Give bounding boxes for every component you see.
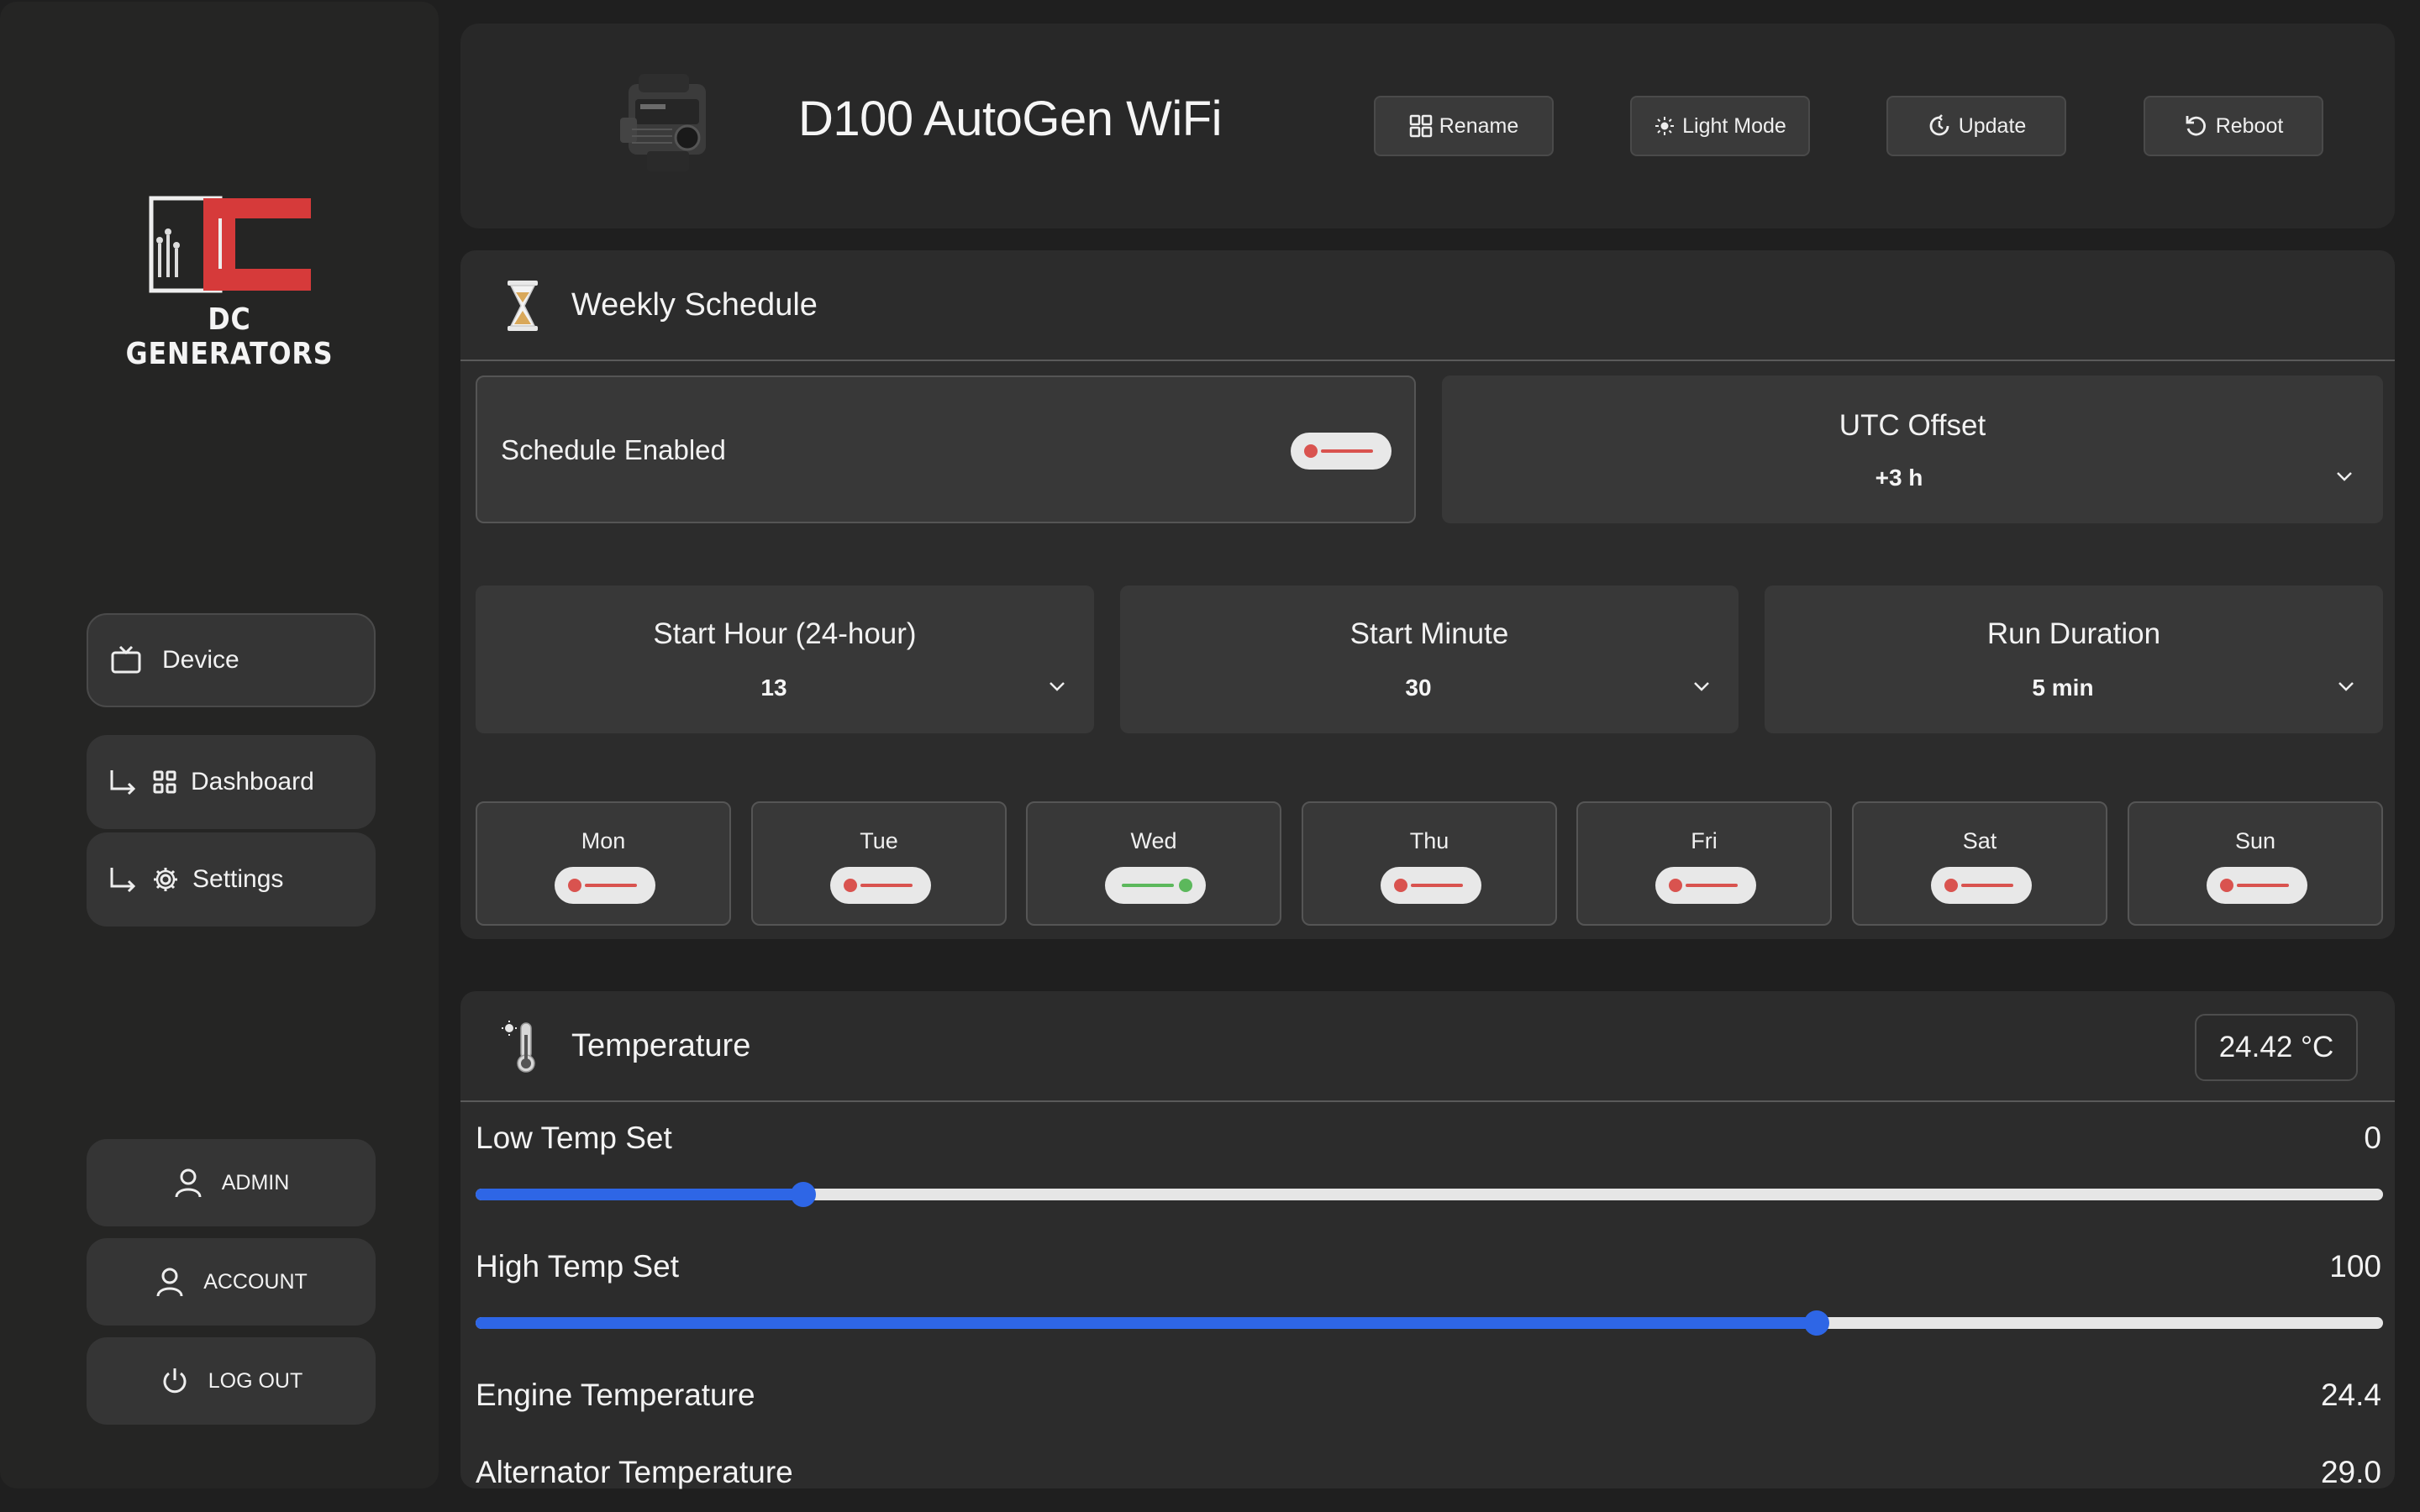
reboot-label: Reboot: [2215, 113, 2284, 138]
high-temp-value: 100: [2329, 1249, 2381, 1284]
start-hour-select[interactable]: Start Hour (24-hour) 13: [476, 585, 1094, 733]
start-minute-label: Start Minute: [1349, 617, 1509, 650]
device-title: D100 AutoGen WiFi: [798, 92, 1223, 146]
nav-device[interactable]: Device: [87, 613, 376, 707]
schedule-enabled-label: Schedule Enabled: [501, 434, 726, 465]
logo-mark-icon: [149, 196, 311, 293]
low-temp-slider-thumb[interactable]: [791, 1182, 816, 1207]
dc-generators-logo: DC GENERATORS: [109, 193, 350, 371]
power-icon: [163, 1368, 187, 1394]
rotate-ccw-icon: [2186, 116, 2206, 136]
user-icon: [156, 1268, 183, 1297]
sub-arrow-icon: [110, 868, 136, 893]
start-hour-value: 13: [760, 675, 787, 701]
section-divider: [460, 360, 2395, 361]
reboot-button[interactable]: Reboot: [2144, 96, 2323, 156]
schedule-enabled-toggle[interactable]: [1291, 433, 1392, 470]
admin-button[interactable]: ADMIN: [87, 1139, 376, 1226]
weekly-schedule-title: Weekly Schedule: [571, 287, 818, 323]
generator-image: [613, 67, 723, 181]
day-label: Sun: [2234, 828, 2276, 853]
light-mode-label: Light Mode: [1682, 113, 1786, 138]
day-card-fri: Fri: [1576, 801, 1832, 926]
gear-icon: [154, 868, 177, 891]
high-temp-slider-fill: [476, 1317, 1817, 1329]
update-label: Update: [1958, 113, 2027, 138]
start-minute-value: 30: [1405, 675, 1432, 701]
dashboard-grid-icon: [153, 770, 176, 794]
grid-icon: [1409, 114, 1432, 138]
run-duration-value: 5 min: [2032, 675, 2094, 701]
chevron-down-icon: [1694, 682, 1709, 691]
day-toggle-fri[interactable]: [1655, 867, 1756, 904]
day-label: Wed: [1130, 828, 1177, 853]
day-toggle-thu[interactable]: [1381, 867, 1481, 904]
day-card-wed: Wed: [1026, 801, 1281, 926]
day-card-thu: Thu: [1302, 801, 1557, 926]
schedule-enabled-card: Schedule Enabled: [476, 375, 1416, 523]
nav-device-label: Device: [162, 646, 239, 674]
day-label: Thu: [1409, 828, 1449, 853]
chevron-down-icon: [2338, 682, 2354, 691]
utc-offset-label: UTC Offset: [1839, 409, 1986, 442]
nav-settings[interactable]: Settings: [87, 832, 376, 927]
high-temp-slider-thumb[interactable]: [1804, 1310, 1829, 1336]
nav-dashboard-label: Dashboard: [191, 768, 314, 795]
low-temp-slider-fill: [476, 1189, 803, 1200]
light-mode-button[interactable]: Light Mode: [1630, 96, 1810, 156]
day-label: Mon: [581, 828, 626, 853]
day-toggle-sun[interactable]: [2207, 867, 2307, 904]
day-card-sun: Sun: [2128, 801, 2383, 926]
account-label: ACCOUNT: [203, 1269, 308, 1294]
high-temp-slider[interactable]: [476, 1310, 2383, 1336]
hourglass-icon: [506, 281, 539, 335]
chevron-down-icon: [1050, 682, 1065, 691]
logout-label: LOG OUT: [208, 1368, 303, 1393]
sun-icon: [1655, 117, 1675, 135]
day-toggle-tue[interactable]: [830, 867, 931, 904]
logout-button[interactable]: LOG OUT: [87, 1337, 376, 1425]
low-temp-label: Low Temp Set: [476, 1121, 672, 1155]
start-minute-select[interactable]: Start Minute 30: [1120, 585, 1739, 733]
day-card-sat: Sat: [1852, 801, 2107, 926]
day-toggle-mon[interactable]: [555, 867, 655, 904]
section-divider: [460, 1100, 2395, 1102]
start-hour-label: Start Hour (24-hour): [653, 617, 917, 650]
utc-offset-value: +3 h: [1875, 465, 1923, 491]
low-temp-slider[interactable]: [476, 1182, 2383, 1207]
utc-offset-select[interactable]: UTC Offset +3 h: [1442, 375, 2383, 523]
day-toggle-wed[interactable]: [1105, 867, 1206, 904]
day-label: Fri: [1691, 828, 1718, 853]
thermometer-icon: [501, 1020, 543, 1078]
nav-settings-label: Settings: [192, 865, 284, 893]
rename-button[interactable]: Rename: [1374, 96, 1554, 156]
tv-icon: [111, 645, 141, 674]
alternator-temp-label: Alternator Temperature: [476, 1455, 793, 1489]
day-label: Tue: [860, 828, 898, 853]
low-temp-value: 0: [2364, 1121, 2381, 1155]
update-button[interactable]: Update: [1886, 96, 2066, 156]
day-toggle-sat[interactable]: [1931, 867, 2032, 904]
alternator-temp-value: 29.0: [2320, 1455, 2381, 1489]
admin-label: ADMIN: [221, 1170, 290, 1194]
day-card-mon: Mon: [476, 801, 731, 926]
engine-temp-label: Engine Temperature: [476, 1378, 755, 1412]
current-temperature-badge: 24.42 °C: [2195, 1014, 2358, 1081]
sub-arrow-icon: [110, 770, 136, 795]
nav-dashboard[interactable]: Dashboard: [87, 735, 376, 829]
day-label: Sat: [1962, 828, 1997, 853]
engine-temp-value: 24.4: [2320, 1378, 2381, 1412]
refresh-icon: [1929, 114, 1949, 136]
brand-name: DC GENERATORS: [125, 302, 334, 371]
run-duration-select[interactable]: Run Duration 5 min: [1765, 585, 2383, 733]
user-icon: [175, 1168, 202, 1198]
temperature-panel: [460, 991, 2395, 1488]
chevron-down-icon: [2337, 472, 2352, 481]
account-button[interactable]: ACCOUNT: [87, 1238, 376, 1326]
rename-label: Rename: [1439, 113, 1519, 138]
day-card-tue: Tue: [751, 801, 1007, 926]
run-duration-label: Run Duration: [1986, 617, 2161, 650]
temperature-title: Temperature: [571, 1028, 751, 1063]
high-temp-label: High Temp Set: [476, 1249, 679, 1284]
